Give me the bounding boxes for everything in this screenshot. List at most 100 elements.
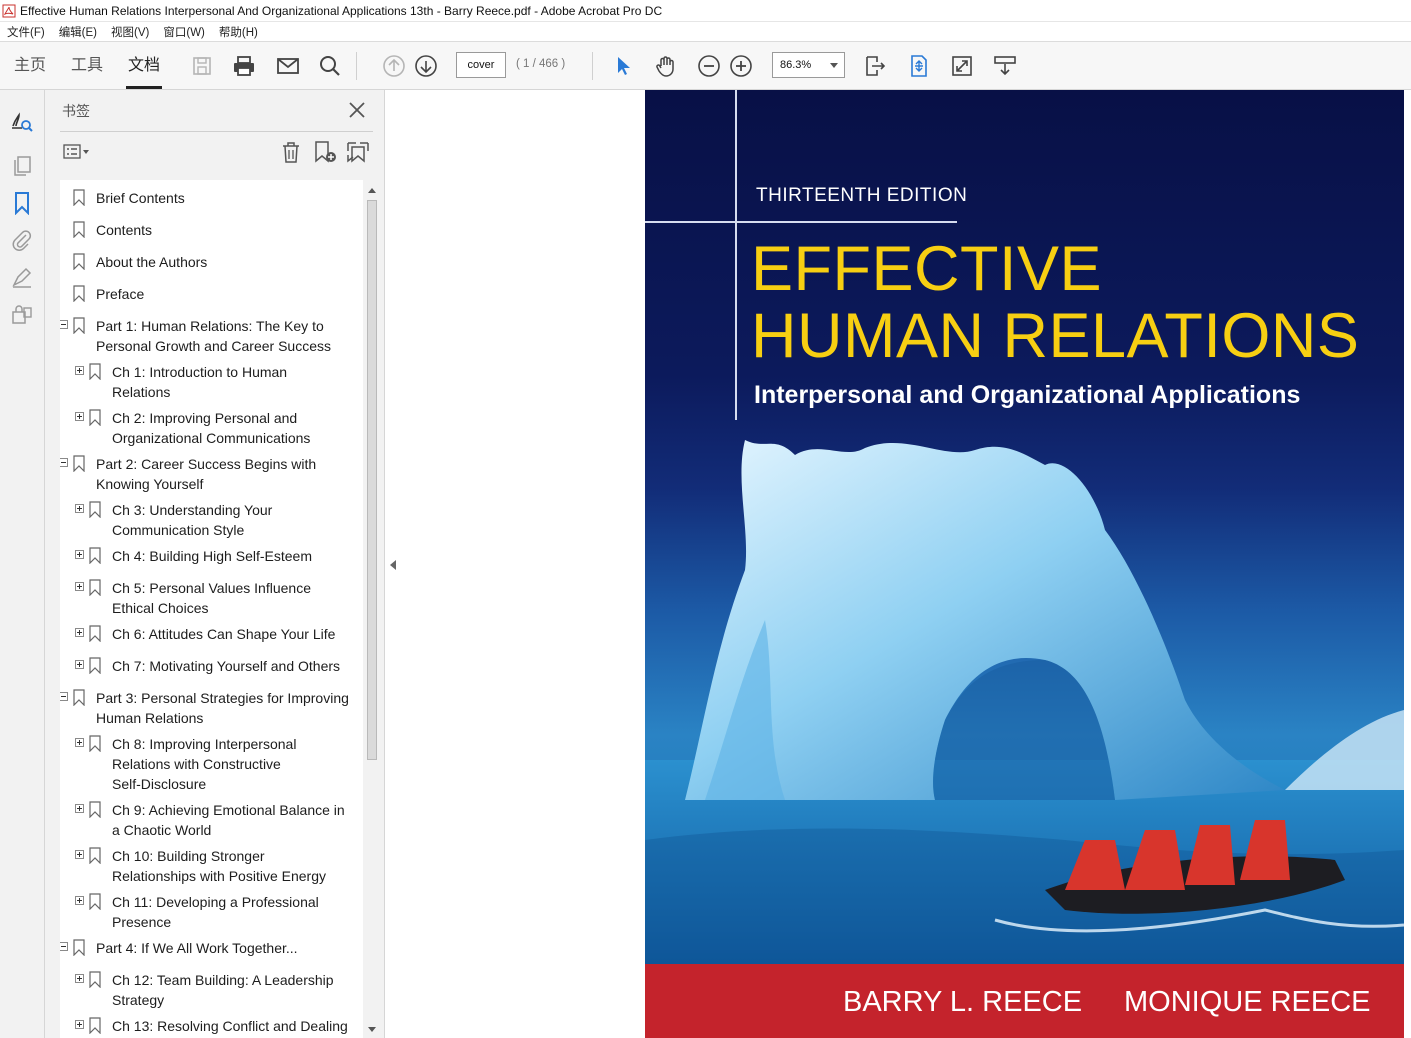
bookmark-label: Ch 3: Understanding Your [112,502,273,518]
bookmark-label: Ch 6: Attitudes Can Shape Your Life [112,626,336,642]
expand-icon[interactable] [75,804,84,813]
bookmark-icon [89,657,101,674]
menu-view[interactable]: 视图(V) [104,24,156,40]
expand-icon[interactable] [75,850,84,859]
window-title: Effective Human Relations Interpersonal … [20,3,663,18]
bookmark-label: Part 3: Personal Strategies for Improvin… [96,690,349,706]
collapse-icon[interactable] [60,692,68,701]
find-text-icon[interactable] [10,110,34,134]
bookmark-icon [73,189,85,206]
zoom-in-icon[interactable] [729,54,753,78]
tab-tools[interactable]: 工具 [71,42,103,89]
expand-icon[interactable] [75,1020,84,1029]
zoom-select[interactable]: 86.3% [772,52,845,78]
bookmark-label-line2: Personal Growth and Career Success [96,338,331,354]
bookmark-item[interactable]: Part 4: If We All Work Together... [60,938,363,958]
security-icon[interactable] [10,302,34,326]
expand-icon[interactable] [75,628,84,637]
expand-icon[interactable] [75,366,84,375]
bookmark-item[interactable]: Part 2: Career Success Begins with Knowi… [60,454,363,494]
save-icon[interactable] [190,54,214,78]
expand-icon[interactable] [75,896,84,905]
bookmark-item[interactable]: Ch 11: Developing a Professional Presenc… [60,892,363,932]
bookmark-item[interactable]: Ch 5: Personal Values Influence Ethical … [60,578,363,618]
bookmark-item[interactable]: Ch 6: Attitudes Can Shape Your Life [60,624,363,644]
bookmark-icon [89,971,101,988]
bookmark-item[interactable]: Ch 13: Resolving Conflict and Dealing [60,1016,363,1036]
bookmark-label-line2: Strategy [112,992,165,1008]
fit-width-icon[interactable] [863,54,887,78]
expand-icon[interactable] [75,550,84,559]
menu-help[interactable]: 帮助(H) [212,24,265,40]
page-up-icon[interactable] [382,54,406,78]
attachments-icon[interactable] [10,228,34,252]
bookmark-icon [89,801,101,818]
read-mode-icon[interactable] [993,54,1017,78]
collapse-icon[interactable] [60,942,68,951]
bookmark-item[interactable]: Part 3: Personal Strategies for Improvin… [60,688,363,728]
pages-icon[interactable] [10,154,34,178]
collapse-panel-icon[interactable] [390,560,396,570]
acrobat-app-icon [2,4,16,17]
find-bookmark-icon[interactable] [344,139,372,165]
bookmark-item[interactable]: Ch 10: Building Stronger Relationships w… [60,846,363,886]
bookmark-item[interactable]: About the Authors [60,252,363,272]
select-cursor-icon[interactable] [612,54,636,78]
bookmark-item[interactable]: Contents [60,220,363,240]
options-menu-icon[interactable] [62,139,90,165]
bookmark-item[interactable]: Ch 7: Motivating Yourself and Others [60,656,363,676]
bookmark-scrollbar[interactable] [364,182,380,1038]
menu-file[interactable]: 文件(F) [0,24,52,40]
hand-tool-icon[interactable] [654,54,678,78]
bookmark-icon [73,689,85,706]
collapse-icon[interactable] [60,320,68,329]
fit-page-icon[interactable] [907,54,931,78]
tab-document[interactable]: 文档 [125,42,163,89]
bookmarks-icon[interactable] [10,191,34,215]
bookmark-icon [73,253,85,270]
cover-rule-vertical [735,90,737,420]
bookmark-item[interactable]: Ch 8: Improving Interpersonal Relations … [60,734,363,794]
bookmark-label-line2: Ethical Choices [112,600,209,616]
bookmark-label: Brief Contents [96,190,185,206]
tab-home[interactable]: 主页 [14,42,46,89]
navigation-rail [0,90,45,1038]
email-icon[interactable] [276,54,300,78]
chevron-down-icon [830,63,838,68]
close-icon[interactable] [346,99,368,121]
print-icon[interactable] [232,54,256,78]
bookmark-label: Ch 9: Achieving Emotional Balance in [112,802,345,818]
menu-edit[interactable]: 编辑(E) [52,24,104,40]
delete-icon[interactable] [277,139,305,165]
bookmark-item[interactable]: Ch 9: Achieving Emotional Balance in a C… [60,800,363,840]
expand-icon[interactable] [75,660,84,669]
menu-window[interactable]: 窗口(W) [156,24,212,40]
bookmark-icon [89,547,101,564]
zoom-out-icon[interactable] [697,54,721,78]
fullscreen-icon[interactable] [950,54,974,78]
scroll-thumb[interactable] [367,200,377,760]
expand-icon[interactable] [75,504,84,513]
expand-icon[interactable] [75,582,84,591]
signature-icon[interactable] [10,265,34,289]
search-icon[interactable] [318,54,342,78]
expand-icon[interactable] [75,974,84,983]
bookmark-item[interactable]: Ch 3: Understanding Your Communication S… [60,500,363,540]
bookmark-icon [73,221,85,238]
bookmark-item[interactable]: Ch 4: Building High Self-Esteem [60,546,363,566]
page-down-icon[interactable] [414,54,438,78]
collapse-icon[interactable] [60,458,68,467]
page-number-input[interactable]: cover [456,52,506,78]
bookmark-item[interactable]: Brief Contents [60,188,363,208]
scroll-up-icon[interactable] [368,188,376,193]
bookmark-item[interactable]: Ch 2: Improving Personal and Organizatio… [60,408,363,448]
bookmark-item[interactable]: Preface [60,284,363,304]
bookmark-item[interactable]: Ch 1: Introduction to Human Relations [60,362,363,402]
bookmark-item[interactable]: Part 1: Human Relations: The Key to Pers… [60,316,363,356]
bookmark-icon [73,939,85,956]
expand-icon[interactable] [75,412,84,421]
expand-icon[interactable] [75,738,84,747]
new-bookmark-icon[interactable] [311,139,339,165]
bookmark-item[interactable]: Ch 12: Team Building: A Leadership Strat… [60,970,363,1010]
scroll-down-icon[interactable] [368,1027,376,1032]
